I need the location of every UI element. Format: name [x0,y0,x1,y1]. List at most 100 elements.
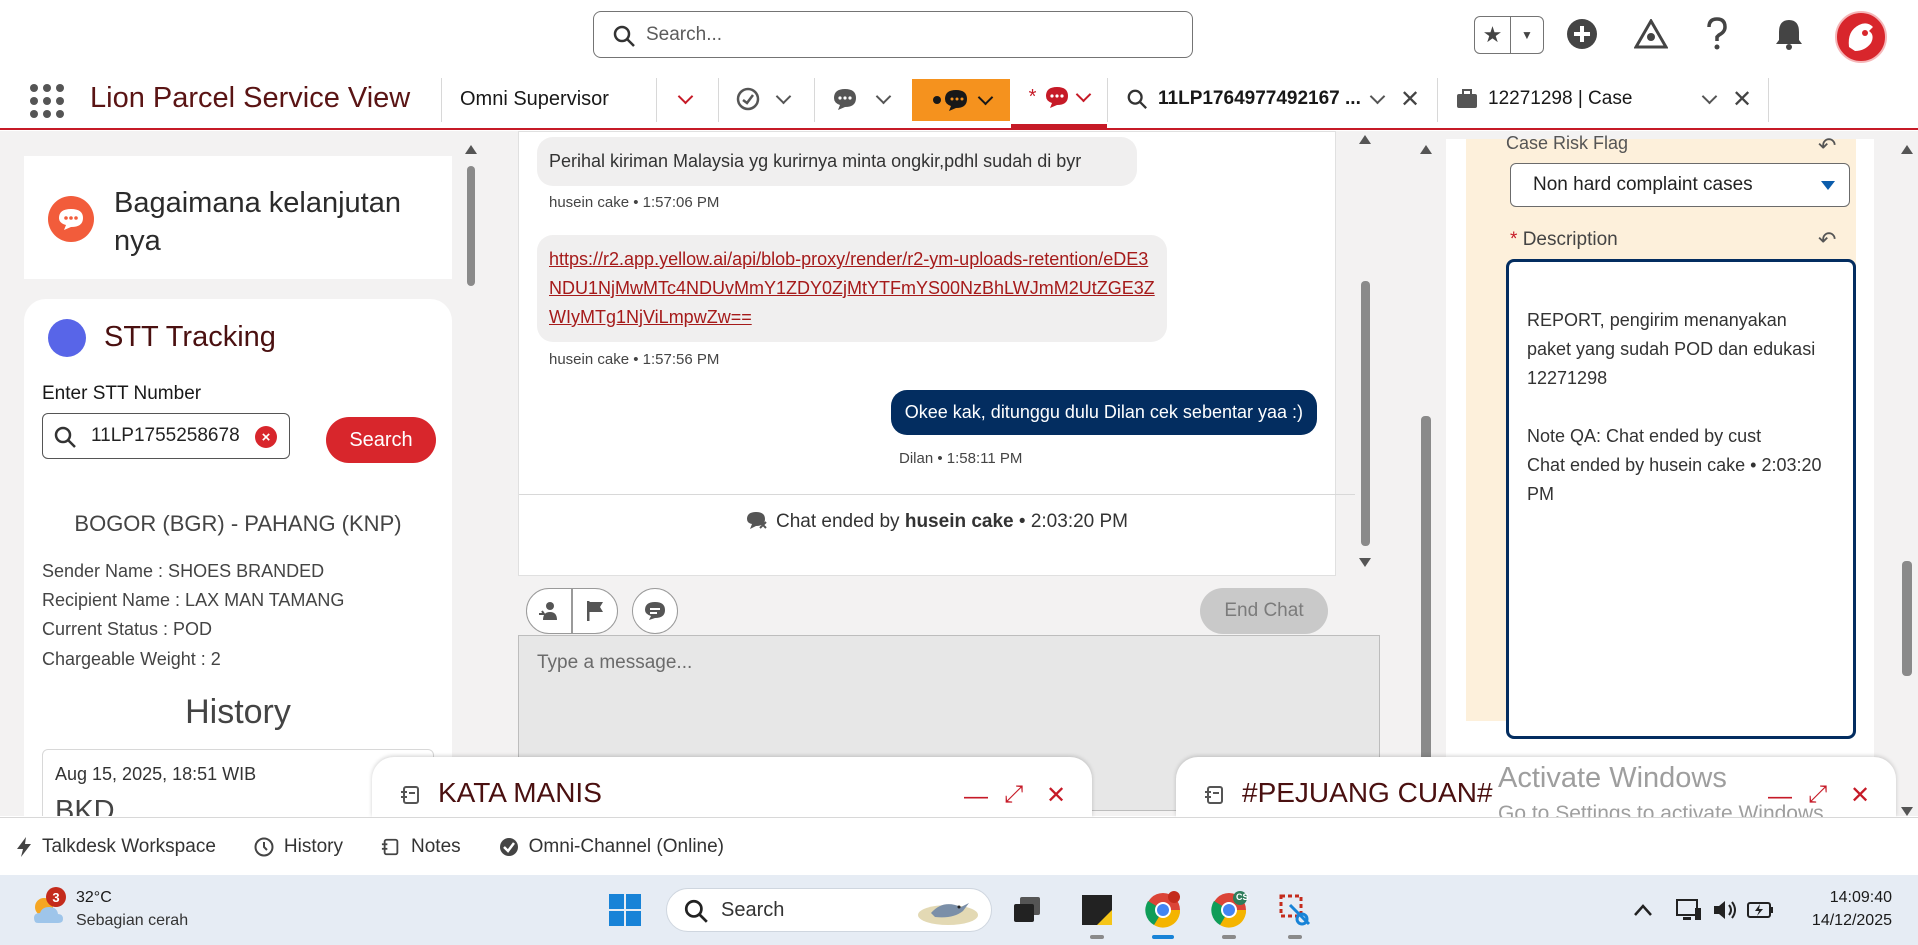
stt-search-button[interactable]: Search [326,417,436,463]
utility-label: Omni-Channel (Online) [528,835,725,857]
scroll-down-icon[interactable] [1359,558,1371,567]
expand-icon[interactable]: ⤢ [1004,781,1023,809]
tab-label: Omni Supervisor [460,87,609,110]
utility-label: History [283,835,344,857]
history-status-code: BKD [55,795,115,816]
scroll-down-icon[interactable] [1901,807,1913,816]
scroll-thumb[interactable] [1361,281,1370,546]
tab-omni-supervisor[interactable]: Omni Supervisor [460,70,609,128]
message-meta: husein cake • 1:57:56 PM [549,351,720,368]
chrome-profile-1-icon[interactable] [1144,891,1182,929]
tab-case-dropdown[interactable] [1701,70,1718,128]
tab-chat[interactable] [832,70,892,128]
undo-icon[interactable]: ↶ [1818,133,1836,159]
help-icon[interactable] [1698,15,1736,53]
chat-toolbar: End Chat [518,575,1336,637]
app-active-indicator [1152,935,1174,939]
scroll-thumb[interactable] [1902,561,1912,676]
add-icon[interactable] [1563,15,1601,53]
minimize-icon[interactable]: — [964,783,988,811]
middle-scrollbar[interactable] [1416,131,1436,816]
undo-icon[interactable]: ↶ [1818,227,1836,253]
scroll-up-icon[interactable] [1359,135,1371,144]
tab-search-result[interactable]: 11LP1764977492167 ... [1126,70,1361,128]
battery-charging-icon[interactable] [1742,891,1780,929]
search-highlight-bird-icon [918,903,978,925]
tab-case-close[interactable]: ✕ [1732,70,1752,128]
caret-down-icon [1821,181,1835,190]
utility-history[interactable]: History [254,836,343,858]
stt-number-value: 11LP1755258678 [91,425,240,446]
system-clock-time[interactable]: 14:09:40 [1800,889,1892,907]
snipping-tool-icon[interactable] [1276,891,1314,929]
end-chat-button[interactable]: End Chat [1200,588,1328,634]
volume-icon[interactable] [1706,891,1744,929]
close-icon: ✕ [1732,85,1753,113]
tab-label: 11LP1764977492167 ... [1158,88,1361,109]
recipient-name: Recipient Name : LAX MAN TAMANG [42,590,345,610]
stt-number-input[interactable]: 11LP1755258678 × [42,413,290,459]
app-launcher-icon[interactable] [30,84,64,118]
tab-label: 12271298 | Case [1488,88,1633,109]
chargeable-weight: Chargeable Weight : 2 [42,649,221,669]
weather-description[interactable]: Sebagian cerah [76,912,188,930]
description-textarea[interactable]: REPORT, pengirim menanyakan paket yang s… [1506,259,1856,739]
flag-button[interactable] [572,588,618,634]
tab-case[interactable]: 12271298 | Case [1456,70,1632,128]
tab-messaging-orange[interactable] [912,79,1010,121]
scroll-up-icon[interactable] [1420,145,1432,154]
outgoing-message: Okee kak, ditunggu dulu Dilan cek sebent… [890,390,1317,435]
notes-icon [1205,786,1223,804]
sticky-notes-icon[interactable] [1078,891,1116,929]
chrome-profile-cs-icon[interactable]: CS [1210,891,1249,929]
tab-status[interactable] [736,70,792,128]
tab-active-chat[interactable]: * [1011,70,1107,128]
star-icon[interactable]: ★ [1475,17,1511,53]
chevron-up-icon[interactable] [1624,891,1662,929]
message-meta: husein cake • 1:57:06 PM [549,194,720,211]
scroll-up-icon[interactable] [465,145,477,154]
taskbar-search[interactable]: Search [666,888,992,932]
scroll-thumb[interactable] [1421,416,1431,816]
user-avatar[interactable] [1835,11,1887,63]
global-search-input[interactable]: Search... [593,11,1193,58]
clear-input-icon[interactable]: × [255,426,277,448]
scroll-up-icon[interactable] [1901,145,1913,154]
chevron-down-icon[interactable]: ▼ [1511,17,1543,53]
task-view-icon[interactable] [1008,891,1046,929]
utility-notes[interactable]: Notes [381,836,461,858]
scroll-thumb[interactable] [467,166,475,286]
tab-search-dropdown[interactable] [1369,70,1386,128]
description-label: * Description [1510,229,1618,251]
favorites-group: ★ ▼ [1474,16,1544,54]
close-icon[interactable]: ✕ [1046,781,1066,810]
chat-panel: Perihal kiriman Malaysia yg kurirnya min… [480,131,1420,816]
windows-start-icon[interactable] [606,891,644,929]
flag-icon [587,601,603,621]
incoming-message: Perihal kiriman Malaysia yg kurirnya min… [537,137,1137,186]
chat-scrollbar[interactable] [1356,131,1374,571]
network-icon[interactable] [1670,891,1708,929]
right-scrollbar[interactable] [1896,131,1918,816]
case-risk-flag-select[interactable]: Non hard complaint cases [1510,163,1850,207]
message-link[interactable]: https://r2.app.yellow.ai/api/blob-proxy/… [549,249,1155,327]
weather-temperature[interactable]: 32°C [76,889,112,907]
setup-assistant-icon[interactable] [1632,15,1670,53]
nav-menu-dropdown[interactable] [677,70,694,128]
tab-search-close[interactable]: ✕ [1400,70,1420,128]
chevron-down-icon [977,89,993,105]
docked-window-kata-manis[interactable]: KATA MANIS — ⤢ ✕ [372,757,1092,817]
transfer-button[interactable] [526,588,572,634]
stt-tracking-icon [48,319,86,357]
chevron-down-icon [677,88,694,104]
utility-talkdesk-workspace[interactable]: Talkdesk Workspace [16,836,216,858]
left-scrollbar[interactable] [462,131,480,816]
app-name: Lion Parcel Service View [90,82,411,114]
clock-icon [254,837,274,856]
chat-ended-user: husein cake [904,511,1014,532]
system-clock-date[interactable]: 14/12/2025 [1790,912,1892,930]
close-icon[interactable]: ✕ [1850,781,1870,810]
notification-bell-icon[interactable] [1770,15,1808,53]
utility-omni-channel[interactable]: Omni-Channel (Online) [499,836,724,858]
quick-text-button[interactable] [632,588,678,634]
